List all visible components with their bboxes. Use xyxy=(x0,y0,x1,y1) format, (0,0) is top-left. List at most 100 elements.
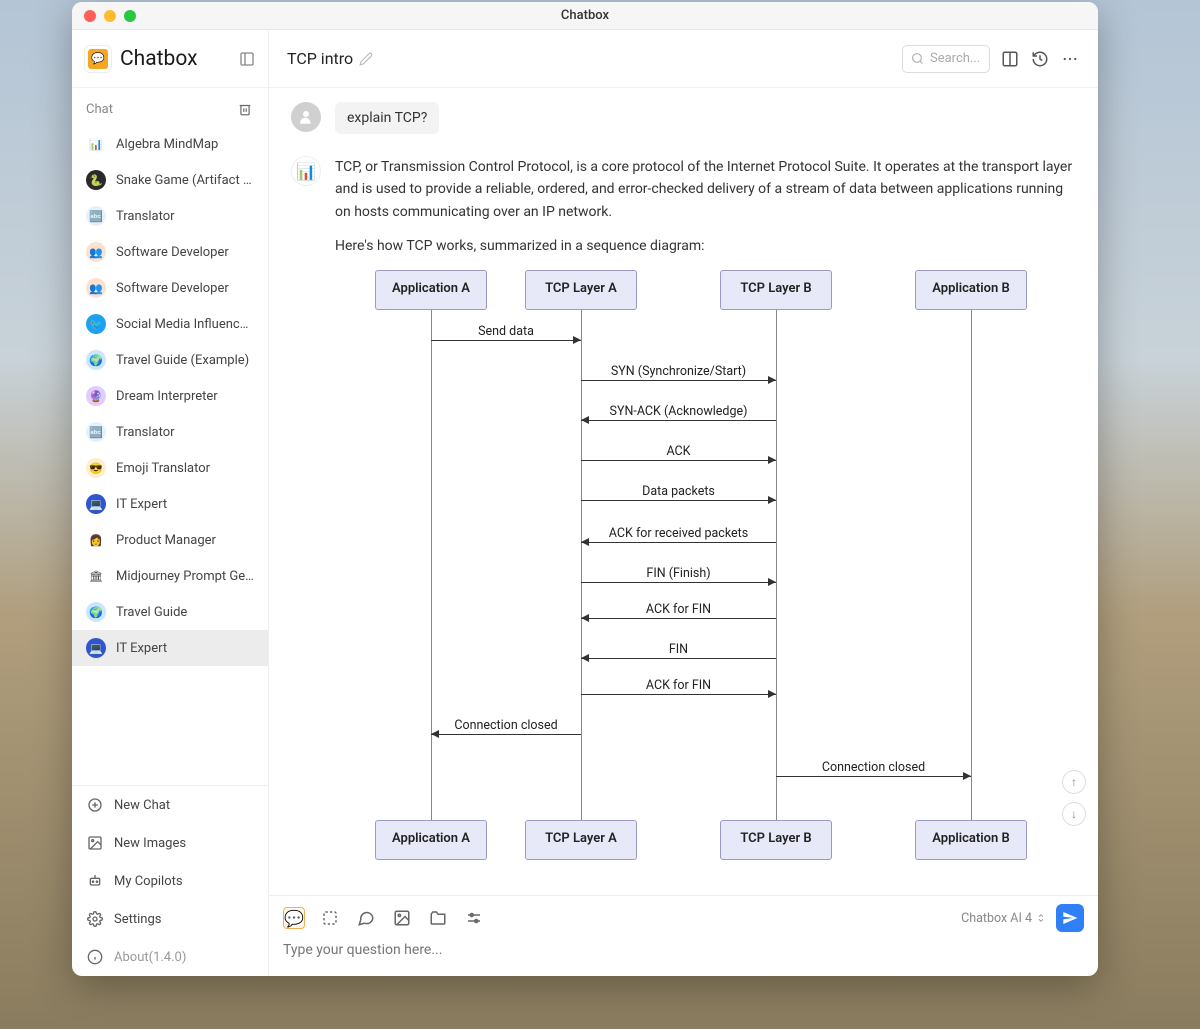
new-images-button[interactable]: New Images xyxy=(72,824,268,862)
chat-item-label: IT Expert xyxy=(116,497,167,512)
chat-item-label: Software Developer xyxy=(116,281,229,296)
chat-section-label: Chat xyxy=(86,102,113,117)
chat-list: 📊Algebra MindMap 🐍 Snake Game (Artifact Ex… xyxy=(72,126,268,785)
sidebar-chat-item[interactable]: 🏛Midjourney Prompt Gener… xyxy=(72,558,268,594)
main-header: TCP intro Search... xyxy=(269,30,1098,88)
sequence-diagram: Application AApplication ATCP Layer ATCP… xyxy=(335,270,1015,860)
chat-avatar-icon: 💻 xyxy=(86,638,106,658)
message-user: explain TCP? xyxy=(291,102,1076,134)
diagram-lifeline xyxy=(776,310,777,820)
history-icon[interactable] xyxy=(1030,49,1050,69)
settings-sliders-icon[interactable] xyxy=(463,907,485,929)
diagram-arrow-label: Connection closed xyxy=(776,758,971,778)
edit-title-icon[interactable] xyxy=(359,52,373,66)
chat-avatar-icon: 👩 xyxy=(86,530,106,550)
titlebar: Chatbox xyxy=(72,2,1098,30)
diagram-actor: Application A xyxy=(375,820,487,860)
sidebar-collapse-icon[interactable] xyxy=(238,50,256,68)
chat-avatar-icon: 🐍 xyxy=(86,170,106,190)
main-panel: TCP intro Search... xyxy=(269,30,1098,976)
sidebar-chat-item[interactable]: 🐦 Social Media Influencer (E… xyxy=(72,306,268,342)
send-button[interactable] xyxy=(1056,904,1084,932)
attach-image-icon[interactable] xyxy=(391,907,413,929)
page-title: TCP intro xyxy=(287,49,353,68)
chat-avatar-icon: 👥 xyxy=(86,278,106,298)
sidebar-chat-item[interactable]: 🔤Translator xyxy=(72,414,268,450)
chat-avatar-icon: 📊 xyxy=(86,134,106,154)
diagram-arrow-label: Send data xyxy=(431,322,581,342)
sidebar-chat-item[interactable]: 🔮Dream Interpreter xyxy=(72,378,268,414)
sidebar-chat-item[interactable]: 🌍Travel Guide (Example) xyxy=(72,342,268,378)
diagram-actor: TCP Layer A xyxy=(525,270,637,310)
chat-item-label: Software Developer xyxy=(116,245,229,260)
message-input[interactable] xyxy=(283,938,1084,962)
sidebar-chat-item[interactable]: 👩 Product Manager xyxy=(72,522,268,558)
chat-avatar-icon: 🔮 xyxy=(86,386,106,406)
my-copilots-button[interactable]: My Copilots xyxy=(72,862,268,900)
diagram-lifeline xyxy=(431,310,432,820)
chat-mode-icon[interactable]: 💬 xyxy=(283,907,305,929)
bot-message-body: TCP, or Transmission Control Protocol, i… xyxy=(335,156,1076,870)
diagram-arrow-label: ACK for FIN xyxy=(581,676,776,696)
diagram-arrow-label: Data packets xyxy=(581,482,776,502)
chat-item-label: Midjourney Prompt Gener… xyxy=(116,569,254,584)
conversation-icon[interactable] xyxy=(355,907,377,929)
diagram-actor: TCP Layer B xyxy=(720,270,832,310)
search-input[interactable]: Search... xyxy=(902,45,990,73)
sidebar-chat-item[interactable]: 🔤Translator xyxy=(72,198,268,234)
settings-button[interactable]: Settings xyxy=(72,900,268,938)
chat-avatar-icon: 🔤 xyxy=(86,206,106,226)
chat-item-label: Product Manager xyxy=(116,533,216,548)
diagram-arrow-label: ACK for received packets xyxy=(581,524,776,544)
attach-file-icon[interactable] xyxy=(427,907,449,929)
app-name: Chatbox xyxy=(120,47,230,71)
sidebar-chat-item[interactable]: 🌍Travel Guide xyxy=(72,594,268,630)
user-message-text: explain TCP? xyxy=(335,102,439,134)
sidebar-chat-item[interactable]: 👥 Software Developer xyxy=(72,234,268,270)
scroll-up-button[interactable]: ↑ xyxy=(1062,770,1086,794)
chat-avatar-icon: 💻 xyxy=(86,494,106,514)
sidebar-chat-item[interactable]: 😎 Emoji Translator xyxy=(72,450,268,486)
chat-avatar-icon: 👥 xyxy=(86,242,106,262)
select-region-icon[interactable] xyxy=(319,907,341,929)
settings-label: Settings xyxy=(114,912,161,927)
diagram-arrow-label: ACK xyxy=(581,442,776,462)
window-title: Chatbox xyxy=(72,8,1098,23)
sidebar-chat-item[interactable]: 💻 IT Expert xyxy=(72,486,268,522)
archive-icon[interactable] xyxy=(236,100,254,118)
diagram-arrow-label: SYN (Synchronize/Start) xyxy=(581,362,776,382)
sidebar-chat-item[interactable]: 💻IT Expert xyxy=(72,630,268,666)
about-label: About(1.4.0) xyxy=(114,950,186,965)
scroll-down-button[interactable]: ↓ xyxy=(1062,802,1086,826)
sidebar-chat-item[interactable]: 📊Algebra MindMap xyxy=(72,126,268,162)
bot-avatar-icon: 📊 xyxy=(291,156,321,186)
new-chat-label: New Chat xyxy=(114,798,170,813)
chat-item-label: Travel Guide (Example) xyxy=(116,353,249,368)
diagram-arrow-label: Connection closed xyxy=(431,716,581,736)
sidebar-chat-item[interactable]: 🐍 Snake Game (Artifact Exa… xyxy=(72,162,268,198)
about-button[interactable]: About(1.4.0) xyxy=(72,938,268,976)
chat-section-header: Chat xyxy=(72,88,268,126)
sidebar-bottom: New Chat New Images My Copilots Settings… xyxy=(72,785,268,976)
chat-item-label: Social Media Influencer (E… xyxy=(116,317,254,332)
more-icon[interactable] xyxy=(1060,49,1080,69)
diagram-arrow-label: SYN-ACK (Acknowledge) xyxy=(581,402,776,422)
new-chat-button[interactable]: New Chat xyxy=(72,786,268,824)
chat-avatar-icon: 😎 xyxy=(86,458,106,478)
composer: 💬 Chatbox AI 4 xyxy=(269,895,1098,976)
diagram-actor: TCP Layer A xyxy=(525,820,637,860)
chat-item-label: Translator xyxy=(116,425,175,440)
chat-item-label: Emoji Translator xyxy=(116,461,210,476)
search-icon xyxy=(911,52,924,65)
diagram-lifeline xyxy=(971,310,972,820)
chat-item-label: Travel Guide xyxy=(116,605,187,620)
sidebar: 💬 Chatbox Chat 📊Algebra MindMap🐍Snake Ga… xyxy=(72,30,269,976)
layout-toggle-icon[interactable] xyxy=(1000,49,1020,69)
search-placeholder: Search... xyxy=(930,51,980,66)
model-selector[interactable]: Chatbox AI 4 xyxy=(961,911,1046,926)
chat-item-label: Snake Game (Artifact Exa… xyxy=(116,173,254,188)
chat-avatar-icon: 🐦 xyxy=(86,314,106,334)
composer-tools: 💬 xyxy=(283,907,485,929)
sidebar-chat-item[interactable]: 👥 Software Developer xyxy=(72,270,268,306)
scroll-float-buttons: ↑ ↓ xyxy=(1062,770,1086,826)
